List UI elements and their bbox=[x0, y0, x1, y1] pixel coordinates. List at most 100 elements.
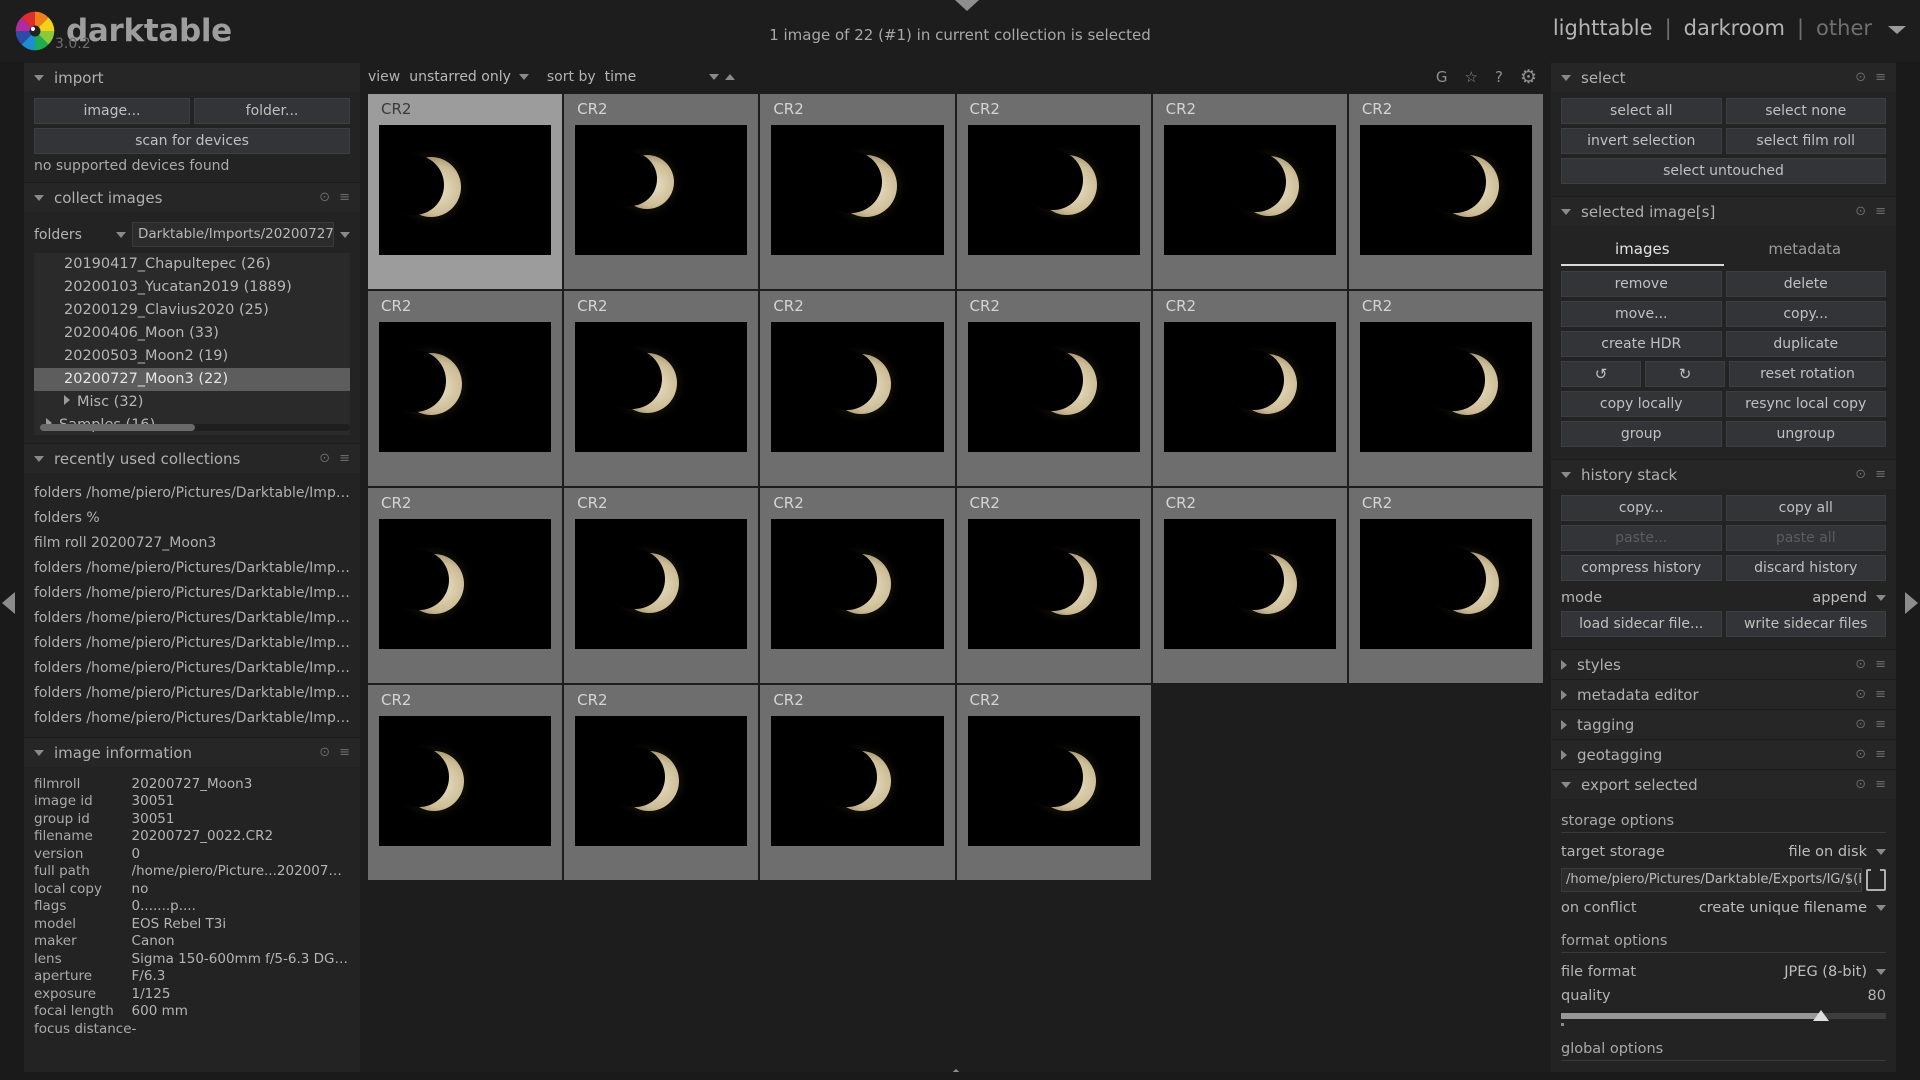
folder-tree-item[interactable]: 20200503_Moon2 (19) bbox=[34, 345, 350, 368]
thumbnail-cell[interactable]: CR2 bbox=[368, 291, 565, 488]
presets-menu-icon[interactable]: ≡ bbox=[1875, 777, 1886, 792]
right-panel-toggle-icon[interactable] bbox=[1905, 592, 1918, 614]
export-path-input[interactable]: /home/piero/Pictures/Darktable/Exports/I… bbox=[1561, 868, 1862, 892]
create-hdr-button[interactable]: create HDR bbox=[1561, 331, 1722, 357]
select-film-roll-button[interactable]: select film roll bbox=[1725, 128, 1886, 154]
reset-icon[interactable]: ⊙ bbox=[1855, 467, 1866, 482]
presets-menu-icon[interactable]: ≡ bbox=[1875, 204, 1886, 219]
module-header-geotagging[interactable]: geotagging ⊙ ≡ bbox=[1551, 739, 1896, 769]
folder-tree-item[interactable]: 20200406_Moon (33) bbox=[34, 322, 350, 345]
module-header-import[interactable]: import bbox=[24, 62, 360, 92]
history-copy-button[interactable]: copy... bbox=[1561, 495, 1722, 521]
presets-menu-icon[interactable]: ≡ bbox=[1875, 747, 1886, 762]
help-icon[interactable]: ? bbox=[1495, 68, 1503, 86]
thumbnail-cell[interactable]: CR2 bbox=[368, 685, 565, 882]
thumbnail-cell[interactable]: CR2 bbox=[1348, 291, 1545, 488]
thumbnail-cell[interactable]: CR2 bbox=[956, 685, 1153, 882]
recent-collection-item[interactable]: folders /home/piero/Pictures/Darktable/I… bbox=[34, 706, 350, 731]
thumbnail-cell[interactable]: CR2 bbox=[1348, 488, 1545, 685]
expand-arrow-icon[interactable] bbox=[64, 395, 70, 405]
thumbnail-cell[interactable]: CR2 bbox=[368, 488, 565, 685]
folder-tree-item[interactable]: 20200727_Moon3 (22) bbox=[34, 368, 350, 391]
presets-menu-icon[interactable]: ≡ bbox=[339, 190, 350, 205]
group-button[interactable]: group bbox=[1561, 421, 1722, 447]
reset-icon[interactable]: ⊙ bbox=[1855, 657, 1866, 672]
presets-menu-icon[interactable]: ≡ bbox=[339, 745, 350, 760]
tab-metadata[interactable]: metadata bbox=[1724, 236, 1887, 266]
sort-by-dropdown[interactable]: time bbox=[605, 69, 719, 85]
reset-icon[interactable]: ⊙ bbox=[1855, 70, 1866, 85]
rotate-ccw-button[interactable]: ↺ bbox=[1561, 361, 1641, 387]
reset-icon[interactable]: ⊙ bbox=[1855, 747, 1866, 762]
folder-tree-item[interactable]: 20190417_Chapultepec (26) bbox=[34, 253, 350, 276]
view-other[interactable]: other bbox=[1816, 16, 1872, 40]
thumbnail-cell[interactable]: CR2 bbox=[956, 94, 1153, 291]
history-mode-row[interactable]: mode append bbox=[1561, 585, 1886, 611]
module-header-export-selected[interactable]: export selected ⊙ ≡ bbox=[1551, 769, 1896, 799]
import-image-button[interactable]: image... bbox=[34, 98, 190, 124]
quality-slider-knob[interactable] bbox=[1813, 1010, 1829, 1021]
top-panel-collapse-handle[interactable] bbox=[955, 0, 979, 11]
tab-images[interactable]: images bbox=[1561, 236, 1724, 266]
reset-icon[interactable]: ⊙ bbox=[319, 451, 330, 466]
thumbnail-cell[interactable]: CR2 bbox=[564, 685, 761, 882]
copy-locally-button[interactable]: copy locally bbox=[1561, 391, 1722, 417]
module-header-history-stack[interactable]: history stack ⊙ ≡ bbox=[1551, 459, 1896, 489]
recent-collection-item[interactable]: folders /home/piero/Pictures/Darktable/I… bbox=[34, 656, 350, 681]
reset-icon[interactable]: ⊙ bbox=[1855, 717, 1866, 732]
import-folder-button[interactable]: folder... bbox=[194, 98, 350, 124]
thumbnail-cell[interactable]: CR2 bbox=[760, 94, 957, 291]
folder-tree-item[interactable]: 20200103_Yucatan2019 (1889) bbox=[34, 276, 350, 299]
presets-menu-icon[interactable]: ≡ bbox=[1875, 657, 1886, 672]
select-none-button[interactable]: select none bbox=[1725, 98, 1886, 124]
view-dropdown-chevron-icon[interactable] bbox=[1888, 26, 1906, 34]
module-header-metadata-editor[interactable]: metadata editor ⊙ ≡ bbox=[1551, 679, 1896, 709]
thumbnail-cell[interactable]: CR2 bbox=[1152, 94, 1349, 291]
load-sidecar-file-button[interactable]: load sidecar file... bbox=[1561, 611, 1722, 637]
thumbnail-cell[interactable]: CR2 bbox=[760, 488, 957, 685]
select-all-button[interactable]: select all bbox=[1561, 98, 1722, 124]
thumbnail-cell[interactable]: CR2 bbox=[760, 685, 957, 882]
recent-collection-item[interactable]: folders % bbox=[34, 506, 350, 531]
reset-rotation-button[interactable]: reset rotation bbox=[1729, 361, 1886, 387]
thumbnail-cell[interactable]: CR2 bbox=[368, 94, 565, 291]
reset-icon[interactable]: ⊙ bbox=[1855, 204, 1866, 219]
recent-collection-item[interactable]: folders /home/piero/Pictures/Darktable/I… bbox=[34, 681, 350, 706]
thumbnail-cell[interactable]: CR2 bbox=[1152, 291, 1349, 488]
sort-direction-ascending-icon[interactable] bbox=[724, 74, 735, 80]
select-untouched-button[interactable]: select untouched bbox=[1561, 158, 1886, 184]
presets-menu-icon[interactable]: ≡ bbox=[1875, 467, 1886, 482]
thumbnail-cell[interactable]: CR2 bbox=[564, 488, 761, 685]
resync-local-copy-button[interactable]: resync local copy bbox=[1725, 391, 1886, 417]
thumbnail-cell[interactable]: CR2 bbox=[1152, 488, 1349, 685]
remove-button[interactable]: remove bbox=[1561, 271, 1722, 297]
star-outline-icon[interactable]: ☆ bbox=[1465, 68, 1478, 86]
view-darkroom[interactable]: darkroom bbox=[1684, 16, 1785, 40]
view-lighttable[interactable]: lighttable bbox=[1553, 16, 1653, 40]
recent-collection-item[interactable]: folders /home/piero/Pictures/Darktable/I… bbox=[34, 606, 350, 631]
on-conflict-row[interactable]: on conflict create unique filename bbox=[1561, 895, 1886, 921]
presets-menu-icon[interactable]: ≡ bbox=[1875, 717, 1886, 732]
recent-collection-item[interactable]: folders /home/piero/Pictures/Darktable/I… bbox=[34, 581, 350, 606]
recent-collection-item[interactable]: folders /home/piero/Pictures/Darktable/I… bbox=[34, 631, 350, 656]
reset-icon[interactable]: ⊙ bbox=[319, 190, 330, 205]
module-header-image-information[interactable]: image information ⊙ ≡ bbox=[24, 737, 360, 767]
rotate-cw-button[interactable]: ↻ bbox=[1645, 361, 1725, 387]
thumbnail-cell[interactable]: CR2 bbox=[956, 291, 1153, 488]
folder-tree-horizontal-scrollbar[interactable] bbox=[40, 424, 350, 431]
quality-slider[interactable] bbox=[1561, 1010, 1886, 1026]
reset-icon[interactable]: ⊙ bbox=[1855, 687, 1866, 702]
compress-history-button[interactable]: compress history bbox=[1561, 555, 1722, 581]
thumbnail-cell[interactable]: CR2 bbox=[1348, 94, 1545, 291]
recent-collection-item[interactable]: folders /home/piero/Pictures/Darktable/I… bbox=[34, 556, 350, 581]
left-panel-toggle-icon[interactable] bbox=[2, 592, 15, 614]
collect-path-input[interactable]: Darktable/Imports/20200727_Moon3 bbox=[132, 222, 334, 247]
ungroup-button[interactable]: ungroup bbox=[1725, 421, 1886, 447]
scan-for-devices-button[interactable]: scan for devices bbox=[34, 128, 350, 154]
move-button[interactable]: move... bbox=[1561, 301, 1722, 327]
invert-selection-button[interactable]: invert selection bbox=[1561, 128, 1722, 154]
recent-collection-item[interactable]: folders /home/piero/Pictures/Darktable/I… bbox=[34, 481, 350, 506]
module-header-selected-images[interactable]: selected image[s] ⊙ ≡ bbox=[1551, 196, 1896, 226]
file-format-row[interactable]: file format JPEG (8-bit) bbox=[1561, 959, 1886, 985]
reset-icon[interactable]: ⊙ bbox=[319, 745, 330, 760]
